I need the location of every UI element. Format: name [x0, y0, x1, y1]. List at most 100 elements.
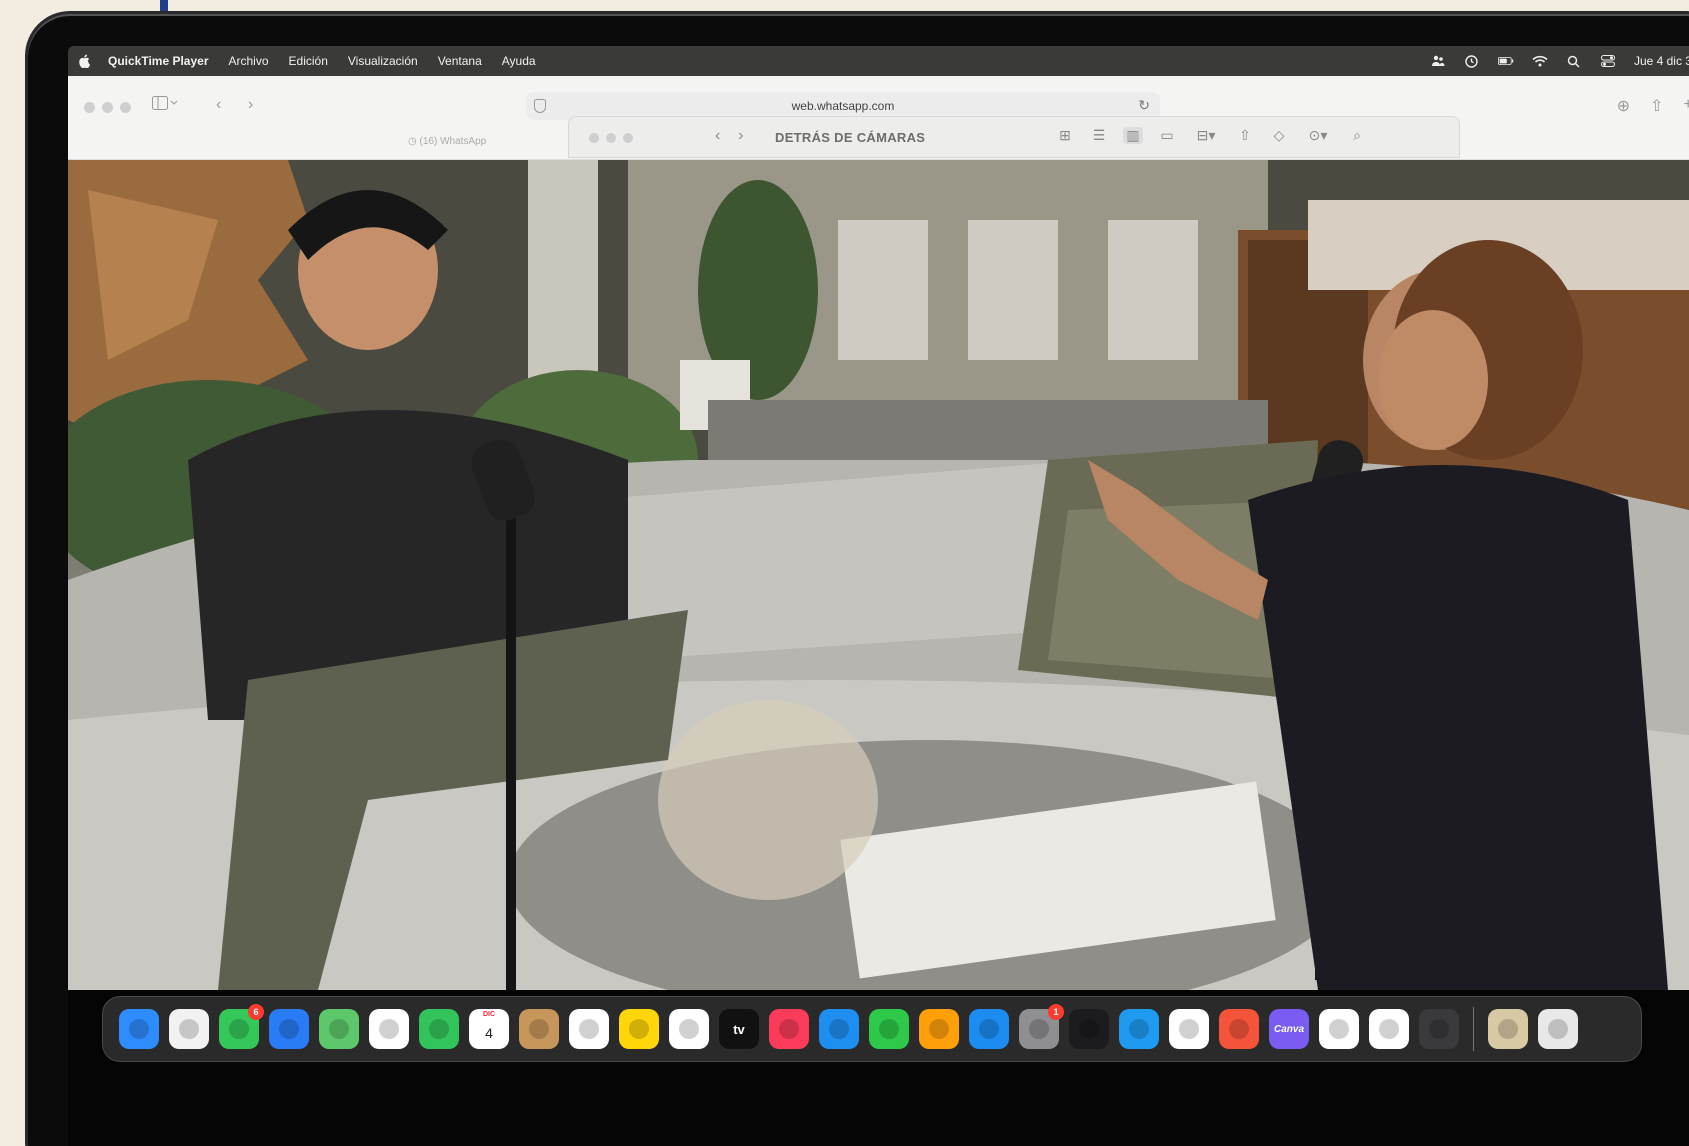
contacts-icon-glyph: [529, 1019, 549, 1039]
finder-close-button[interactable]: [589, 133, 599, 143]
status-area: Jue 4 dic 3:33 p.: [1430, 46, 1689, 76]
capcut-icon-glyph: [1179, 1019, 1199, 1039]
pages-icon-glyph: [929, 1019, 949, 1039]
forward-chevron-icon[interactable]: ›: [248, 96, 253, 114]
launchpad-icon-glyph: [179, 1019, 199, 1039]
launchpad-icon[interactable]: [169, 1009, 209, 1049]
apple-tv-label: tv: [733, 1021, 745, 1037]
icon-view-icon[interactable]: ⊞: [1055, 127, 1075, 144]
finder-window-controls: [589, 133, 633, 143]
slack-icon[interactable]: [1369, 1009, 1409, 1049]
reminders-icon-glyph: [579, 1019, 599, 1039]
tab-whatsapp-label: (16) WhatsApp: [419, 136, 487, 147]
finder-icon[interactable]: [119, 1009, 159, 1049]
menu-visualizacion[interactable]: Visualización: [348, 54, 418, 68]
contacts-icon[interactable]: [519, 1009, 559, 1049]
mail-icon[interactable]: [269, 1009, 309, 1049]
pages-icon[interactable]: [919, 1009, 959, 1049]
finder-search-icon[interactable]: ⌕: [1347, 127, 1367, 144]
trash-icon[interactable]: [1538, 1009, 1578, 1049]
menu-bar: QuickTime Player Archivo Edición Visuali…: [68, 46, 1689, 76]
quicktime-icon[interactable]: [1419, 1009, 1459, 1049]
more-actions-icon[interactable]: ⊙▾: [1303, 127, 1333, 144]
reminders-icon[interactable]: [569, 1009, 609, 1049]
reload-icon[interactable]: ↻: [1138, 97, 1150, 114]
photos-icon-glyph: [379, 1019, 399, 1039]
share-icon[interactable]: ⇧: [1650, 96, 1663, 116]
maps-icon-glyph: [329, 1019, 349, 1039]
craft-icon[interactable]: [1219, 1009, 1259, 1049]
minimize-button[interactable]: [102, 102, 113, 113]
group-icon[interactable]: ⊟▾: [1191, 127, 1221, 144]
music-icon-glyph: [779, 1019, 799, 1039]
capcut-icon[interactable]: [1169, 1009, 1209, 1049]
video-player-frame[interactable]: [68, 160, 1689, 990]
apple-tv-icon[interactable]: tv: [719, 1009, 759, 1049]
safari-right-tools: ⊕ ⇧ + ▢: [1617, 96, 1689, 116]
menu-edicion[interactable]: Edición: [289, 54, 328, 68]
menu-archivo[interactable]: Archivo: [229, 54, 269, 68]
safari-icon-glyph: [1129, 1019, 1149, 1039]
tag-icon[interactable]: ◇: [1269, 127, 1289, 144]
system-settings-icon-glyph: [1029, 1019, 1049, 1039]
facetime-icon[interactable]: [419, 1009, 459, 1049]
music-icon[interactable]: [769, 1009, 809, 1049]
finder-minimize-button[interactable]: [606, 133, 616, 143]
trash-icon-glyph: [1548, 1019, 1568, 1039]
app-store-icon[interactable]: [969, 1009, 1009, 1049]
iphone-mirroring-icon[interactable]: [1069, 1009, 1109, 1049]
safari-icon[interactable]: [1119, 1009, 1159, 1049]
finder-title: DETRÁS DE CÁMARAS: [775, 130, 926, 145]
close-button[interactable]: [84, 102, 95, 113]
downloads-stack-icon[interactable]: [1488, 1009, 1528, 1049]
tab-whatsapp[interactable]: ◷ (16) WhatsApp: [408, 136, 486, 147]
new-tab-icon[interactable]: +: [1684, 96, 1689, 116]
messages-icon[interactable]: 6: [219, 1004, 264, 1049]
privacy-shield-icon[interactable]: [534, 99, 546, 113]
menu-ventana[interactable]: Ventana: [438, 54, 482, 68]
finder-icon-glyph: [129, 1019, 149, 1039]
messages-icon-glyph: [229, 1019, 249, 1039]
maps-icon[interactable]: [319, 1009, 359, 1049]
facetime-icon-glyph: [429, 1019, 449, 1039]
canva-icon[interactable]: Canva: [1269, 1009, 1309, 1049]
finder-share-icon[interactable]: ⇧: [1235, 127, 1255, 144]
system-settings-icon[interactable]: 1: [1019, 1004, 1064, 1049]
dock-separator: [1473, 1007, 1474, 1051]
column-view-icon[interactable]: ▥: [1123, 127, 1143, 144]
menu-ayuda[interactable]: Ayuda: [502, 54, 536, 68]
dock: 6 DIC 4 tv 1 Canva: [102, 996, 1642, 1062]
people-icon[interactable]: [1430, 54, 1446, 68]
finder-zoom-button[interactable]: [623, 133, 633, 143]
sidebar-toggle-icon[interactable]: [152, 96, 178, 115]
finder-view-tools: ⊞ ☰ ▥ ▭ ⊟▾ ⇧ ◇ ⊙▾ ⌕: [1055, 127, 1367, 144]
clock-status-icon[interactable]: [1464, 54, 1480, 68]
downloads-stack-icon-glyph: [1498, 1019, 1518, 1039]
apple-icon[interactable]: [78, 53, 92, 69]
control-center-icon[interactable]: [1600, 54, 1616, 68]
list-view-icon[interactable]: ☰: [1089, 127, 1109, 144]
battery-icon[interactable]: [1497, 54, 1514, 68]
downloads-icon[interactable]: ⊕: [1617, 96, 1630, 116]
calendar-month: DIC: [482, 1011, 496, 1018]
finder-back-icon[interactable]: ‹: [715, 127, 720, 144]
numbers-icon-glyph: [879, 1019, 899, 1039]
keynote-icon[interactable]: [819, 1009, 859, 1049]
wifi-icon[interactable]: [1532, 54, 1548, 68]
gallery-view-icon[interactable]: ▭: [1157, 127, 1177, 144]
menu-app-name[interactable]: QuickTime Player: [108, 54, 209, 68]
notes-icon[interactable]: [619, 1009, 659, 1049]
finder-window-toolbar: ‹ › DETRÁS DE CÁMARAS ⊞ ☰ ▥ ▭ ⊟▾ ⇧ ◇ ⊙▾ …: [568, 116, 1460, 158]
spotlight-search-icon[interactable]: [1566, 54, 1582, 68]
finder-forward-icon[interactable]: ›: [738, 127, 743, 144]
calendar-icon[interactable]: DIC 4: [469, 1009, 509, 1049]
menu-clock[interactable]: Jue 4 dic 3:33 p.: [1634, 54, 1689, 68]
window-controls: [84, 102, 131, 113]
freeform-icon[interactable]: [669, 1009, 709, 1049]
chrome-icon[interactable]: [1319, 1009, 1359, 1049]
numbers-icon[interactable]: [869, 1009, 909, 1049]
back-chevron-icon[interactable]: ‹: [216, 96, 221, 114]
photos-icon[interactable]: [369, 1009, 409, 1049]
zoom-button[interactable]: [120, 102, 131, 113]
slack-icon-glyph: [1379, 1019, 1399, 1039]
